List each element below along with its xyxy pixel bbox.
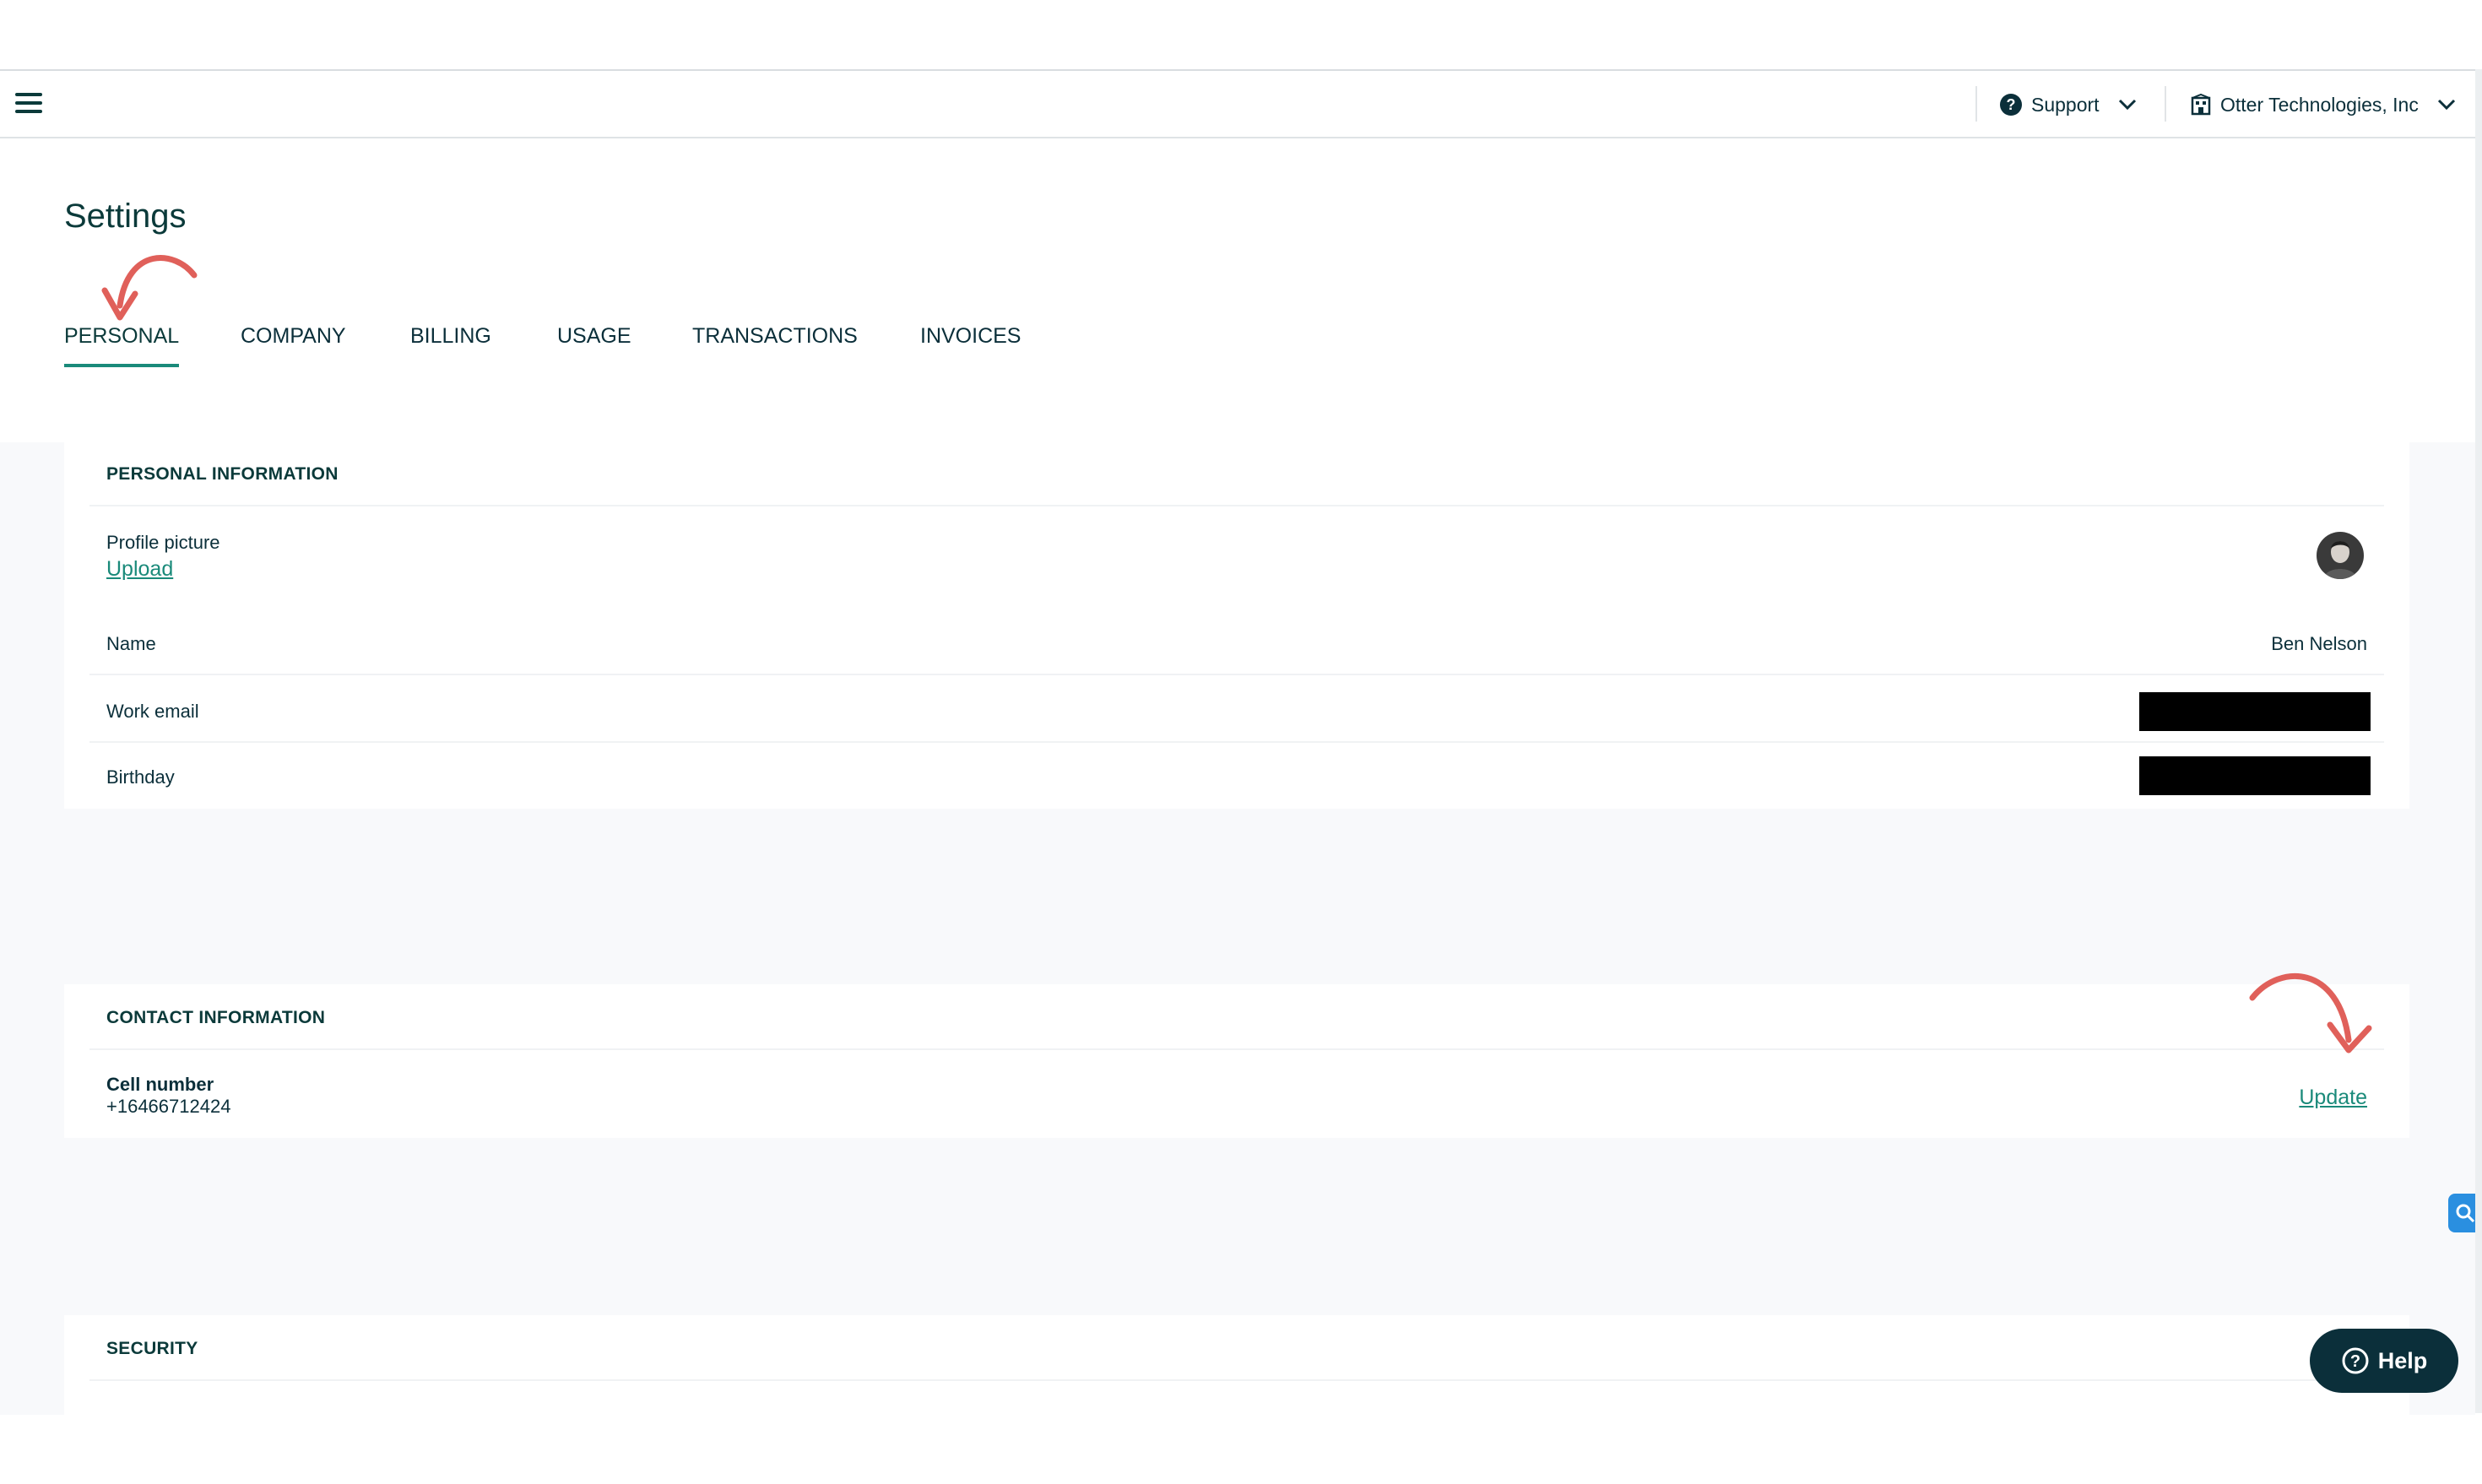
svg-text:?: ? <box>2007 96 2016 113</box>
tab-invoices[interactable]: INVOICES <box>920 324 1021 364</box>
annotation-arrow <box>101 255 198 321</box>
redacted-birthday <box>2139 756 2371 795</box>
help-circle-icon: ? <box>2341 1346 2370 1375</box>
help-button[interactable]: ? Help <box>2310 1329 2458 1393</box>
chevron-down-icon <box>2118 99 2137 111</box>
card-title: CONTACT INFORMATION <box>106 1008 326 1027</box>
building-icon <box>2190 94 2212 116</box>
tab-transactions[interactable]: TRANSACTIONS <box>692 324 858 364</box>
page-title: Settings <box>64 198 187 235</box>
personal-information-card: PERSONAL INFORMATION Profile picture Upl… <box>64 441 2409 809</box>
cell-number-value: +16466712424 <box>106 1096 231 1117</box>
svg-text:?: ? <box>2350 1352 2360 1371</box>
app-window: ? Support Otter Technologies, Inc Settin… <box>0 69 2475 1415</box>
support-menu[interactable]: ? Support <box>1999 88 2137 122</box>
update-link[interactable]: Update <box>2299 1086 2367 1110</box>
security-card: SECURITY <box>64 1315 2409 1415</box>
top-bar: ? Support Otter Technologies, Inc <box>0 71 2475 138</box>
help-label: Help <box>2377 1347 2428 1373</box>
divider <box>89 1379 2384 1381</box>
menu-icon[interactable] <box>15 93 42 115</box>
divider <box>89 674 2384 675</box>
cell-number-label: Cell number <box>106 1074 214 1095</box>
profile-picture-label: Profile picture <box>106 532 220 553</box>
scrollbar[interactable] <box>2475 69 2482 1413</box>
name-label: Name <box>106 633 156 654</box>
card-title: PERSONAL INFORMATION <box>106 464 339 484</box>
upload-link[interactable]: Upload <box>106 557 173 582</box>
contact-information-card: CONTACT INFORMATION Cell number +1646671… <box>64 984 2409 1138</box>
name-value: Ben Nelson <box>2271 633 2367 654</box>
page-header <box>0 138 2475 442</box>
topbar-divider <box>1975 86 1977 122</box>
divider <box>89 1048 2384 1050</box>
organization-label: Otter Technologies, Inc <box>2220 93 2419 116</box>
tab-company[interactable]: COMPANY <box>241 324 346 364</box>
divider <box>89 505 2384 506</box>
tab-usage[interactable]: USAGE <box>557 324 631 364</box>
card-title: SECURITY <box>106 1339 198 1358</box>
annotation-arrow <box>2249 972 2372 1053</box>
support-label: Support <box>2031 93 2100 116</box>
tab-billing[interactable]: BILLING <box>410 324 491 364</box>
topbar-divider <box>2165 86 2166 122</box>
divider <box>89 741 2384 743</box>
help-circle-icon: ? <box>1999 93 2023 116</box>
magnifier-icon[interactable] <box>2448 1194 2475 1232</box>
birthday-label: Birthday <box>106 766 175 788</box>
redacted-email <box>2139 692 2371 731</box>
work-email-label: Work email <box>106 701 199 722</box>
chevron-down-icon <box>2437 99 2456 111</box>
organization-menu[interactable]: Otter Technologies, Inc <box>2190 88 2456 122</box>
avatar[interactable] <box>2317 532 2364 579</box>
